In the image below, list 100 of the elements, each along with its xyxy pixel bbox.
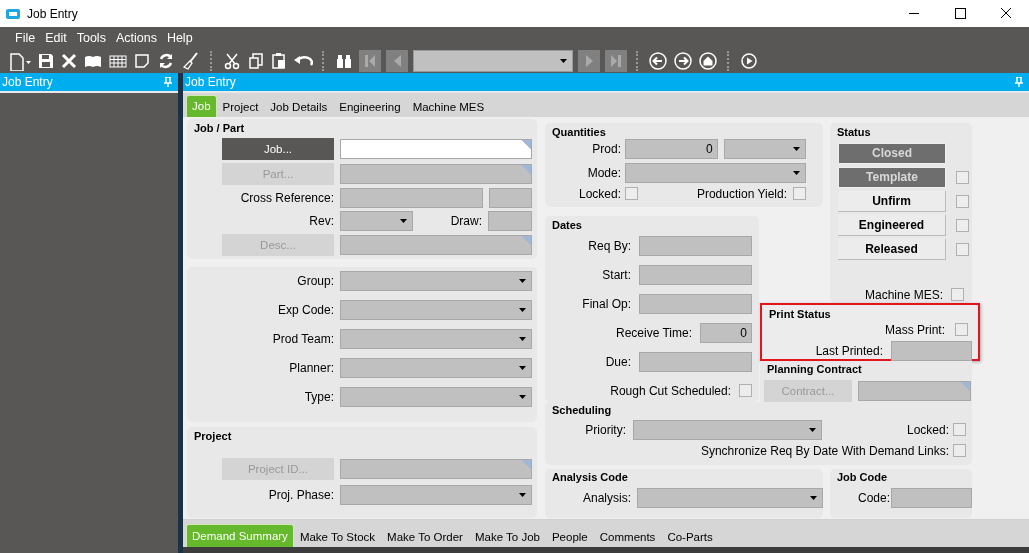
field-label: Prod: [591, 141, 621, 156]
field-label: Req By: [588, 238, 631, 253]
date-field[interactable] [891, 340, 972, 361]
caret-icon [519, 492, 526, 497]
field-label: Cross Reference: [239, 190, 334, 205]
tab[interactable]: Make To Stock [293, 525, 382, 547]
panel-title: Analysis Code [551, 469, 629, 484]
field-label: Mode: [586, 165, 621, 180]
first-record-button[interactable] [359, 49, 381, 72]
date-field[interactable] [639, 351, 752, 372]
previous-record-button[interactable] [386, 49, 408, 72]
caret-icon [519, 278, 526, 283]
tab[interactable]: Project [216, 94, 265, 117]
project-id-field[interactable] [340, 458, 532, 479]
field-label: Machine MES: [864, 287, 943, 302]
menu-item[interactable]: Edit [40, 30, 72, 45]
text-field[interactable] [340, 187, 483, 208]
tab[interactable]: Engineering [333, 94, 407, 117]
dropdown-field[interactable] [637, 487, 823, 508]
dropdown-field[interactable] [340, 270, 532, 291]
forward-icon[interactable] [673, 50, 693, 71]
tab[interactable]: Make To Job [468, 525, 546, 547]
pane-title: Job Entry [184, 75, 236, 89]
part-field[interactable] [340, 163, 532, 184]
panel-title: Dates [551, 217, 583, 232]
checkbox[interactable] [625, 187, 638, 201]
tab[interactable]: Comments [593, 525, 662, 547]
dropdown-field[interactable] [340, 484, 532, 505]
tab[interactable]: People [545, 525, 594, 547]
field-label: Code: [858, 490, 891, 505]
tab[interactable]: Machine MES [406, 94, 491, 117]
play-icon[interactable] [739, 50, 759, 71]
dropdown-field[interactable] [340, 299, 532, 320]
quantity-field[interactable]: 0 [625, 138, 718, 159]
caret-icon [519, 365, 526, 370]
job-field[interactable] [340, 138, 532, 159]
caret-icon [400, 218, 407, 223]
menu-item[interactable]: Tools [71, 30, 111, 45]
caret-icon [809, 427, 816, 432]
field-label: Last Printed: [815, 343, 883, 358]
menu-item[interactable]: Actions [110, 30, 162, 45]
checkbox[interactable] [956, 242, 969, 256]
panel-title: Print Status [768, 306, 832, 321]
field-label: Rev: [308, 213, 334, 228]
number-field[interactable]: 0 [700, 322, 752, 343]
description-field[interactable] [340, 234, 532, 255]
checkbox[interactable] [793, 187, 806, 201]
text-field[interactable] [488, 187, 532, 208]
checkbox[interactable] [951, 288, 964, 302]
new-document-icon[interactable] [8, 50, 32, 71]
home-icon[interactable] [698, 50, 718, 71]
dropdown-field[interactable] [723, 138, 806, 159]
field-label: Production Yield: [695, 186, 787, 201]
form-button[interactable]: Job... [222, 137, 334, 160]
brush-icon[interactable] [181, 50, 201, 71]
pin-icon[interactable] [164, 77, 172, 87]
checkbox[interactable] [739, 384, 752, 398]
text-field[interactable] [488, 210, 532, 231]
skip-start-icon [365, 54, 375, 67]
last-record-button[interactable] [605, 49, 627, 72]
menu-item[interactable]: Help [161, 30, 198, 45]
tab[interactable]: Make To Order [381, 525, 469, 547]
status-button[interactable]: Closed [838, 142, 946, 164]
checkbox[interactable] [953, 423, 966, 437]
field-label: Locked: [906, 422, 949, 437]
checkbox[interactable] [955, 323, 968, 337]
dropdown-field[interactable] [633, 419, 822, 440]
text-field[interactable] [891, 487, 972, 508]
triangle-right-icon [585, 54, 593, 67]
panel-title: Project [193, 428, 233, 443]
dropdown-field[interactable] [625, 162, 806, 183]
copy-icon[interactable] [247, 50, 265, 71]
status-button[interactable]: Unfirm [838, 190, 946, 212]
status-button[interactable]: Released [838, 238, 946, 260]
next-record-button[interactable] [578, 49, 600, 72]
dropdown-field[interactable] [340, 386, 532, 407]
checkbox[interactable] [956, 170, 969, 184]
back-icon[interactable] [648, 50, 668, 71]
dropdown-field[interactable] [340, 210, 413, 231]
dropdown-field[interactable] [340, 357, 532, 378]
status-button[interactable]: Engineered [838, 214, 946, 236]
checkbox[interactable] [956, 194, 969, 208]
dropdown-field[interactable] [340, 328, 532, 349]
date-field[interactable] [639, 293, 752, 314]
tab[interactable]: Co-Parts [661, 525, 719, 547]
contract-field[interactable] [858, 380, 971, 401]
field-label: Due: [605, 354, 631, 369]
paste-icon[interactable] [270, 50, 288, 71]
date-field[interactable] [639, 264, 752, 285]
field-label: Exp Code: [276, 302, 334, 317]
pin-icon[interactable] [1015, 77, 1023, 87]
checkbox[interactable] [956, 218, 969, 232]
date-field[interactable] [639, 235, 752, 256]
record-dropdown[interactable] [413, 49, 573, 72]
tab[interactable]: Job Details [264, 94, 334, 117]
menu-item[interactable]: File [10, 30, 41, 45]
checkbox[interactable] [953, 444, 966, 458]
status-button[interactable]: Template [838, 166, 946, 188]
caret-icon [519, 336, 526, 341]
field-label: Proj. Phase: [267, 487, 334, 502]
